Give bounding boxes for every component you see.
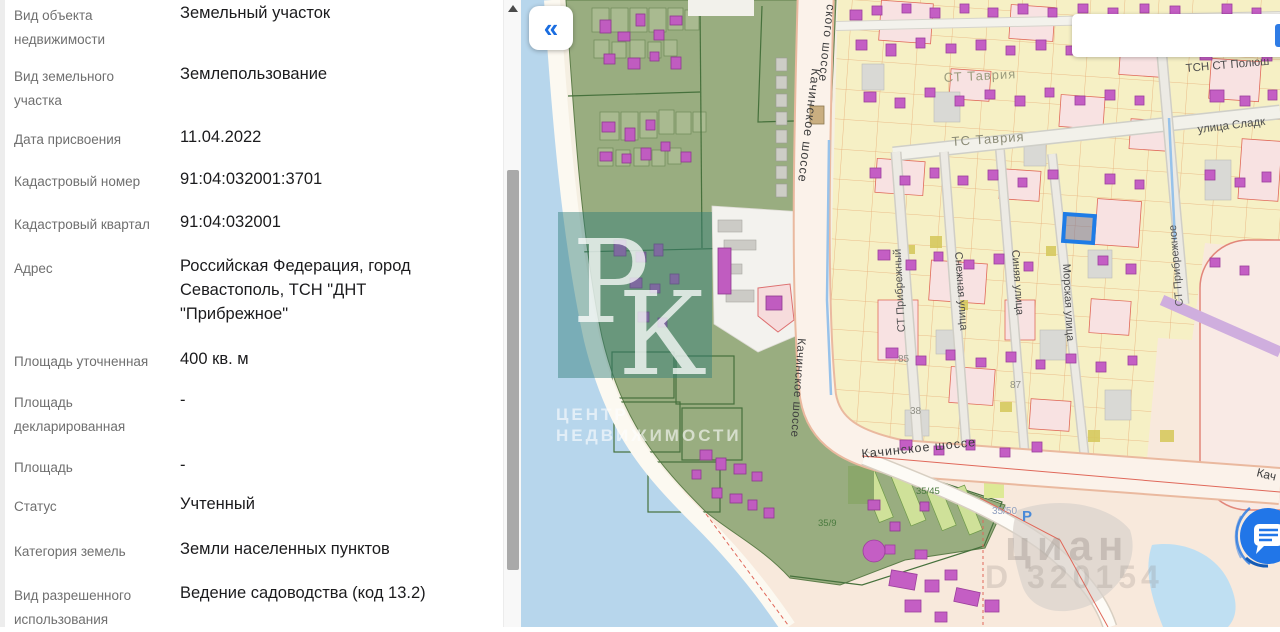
watermark-id-text: D 320154 <box>985 559 1164 595</box>
watermark-line1: ЦЕНТР <box>556 405 629 424</box>
field-label: Площадь <box>14 456 156 480</box>
field-value: Земли населенных пунктов <box>180 537 450 561</box>
field-label: Вид земельного участка <box>14 65 156 113</box>
field-label: Категория земель <box>14 540 156 564</box>
scrollbar-thumb[interactable] <box>507 170 519 570</box>
parcel-number: 35/9 <box>818 518 837 529</box>
watermark-letter-k: К <box>618 268 707 402</box>
field-label: Кадастровый квартал <box>14 213 156 237</box>
field-value: Земельный участок <box>180 1 450 25</box>
parcel-number: 35/50 <box>992 506 1017 517</box>
field-value: Ведение садоводства (код 13.2) <box>180 581 450 605</box>
field-value: - <box>180 453 450 477</box>
chevron-double-left-icon: « <box>544 13 558 43</box>
field-label: Адрес <box>14 257 156 281</box>
field-label: Статус <box>14 495 156 519</box>
field-value: 91:04:032001:3701 <box>180 167 450 191</box>
panel-left-edge <box>0 0 5 627</box>
search-box[interactable] <box>1072 14 1280 57</box>
selected-parcel[interactable] <box>1063 214 1095 243</box>
search-button[interactable] <box>1275 24 1280 47</box>
chat-widget-button[interactable] <box>1234 498 1280 584</box>
field-value: Землепользование <box>180 62 450 86</box>
parcel-number: 85 <box>898 354 910 365</box>
field-label: Дата присвоения <box>14 128 156 152</box>
field-label: Вид объекта недвижимости <box>14 4 156 52</box>
parcel-number: 87 <box>1010 380 1022 391</box>
collapse-sidebar-button[interactable]: « <box>529 6 573 50</box>
field-value: 400 кв. м <box>180 347 450 371</box>
field-value: 91:04:032001 <box>180 210 450 234</box>
watermark-line2: НЕДВИЖИМОСТИ <box>556 426 742 445</box>
field-label: Площадь декларированная <box>14 391 156 439</box>
field-value: Учтенный <box>180 492 450 516</box>
map-canvas[interactable]: 85 87 38 35/9 35/45 35/50 Р ского шоссе … <box>521 0 1280 627</box>
object-info-panel: Вид объекта недвижимости Земельный участ… <box>0 0 503 627</box>
field-value: 11.04.2022 <box>180 125 450 149</box>
parcel-number: 35/45 <box>916 486 940 497</box>
parcel-number: 38 <box>910 406 922 417</box>
field-value: Российская Федерация, город Севастополь,… <box>180 254 450 326</box>
scrollbar-up-arrow-icon[interactable] <box>508 5 518 12</box>
field-label: Площадь уточненная <box>14 350 156 374</box>
field-label: Вид разрешенного использования <box>14 584 156 632</box>
field-label: Кадастровый номер <box>14 170 156 194</box>
field-value: - <box>180 388 450 412</box>
panel-scrollbar[interactable] <box>503 0 522 627</box>
